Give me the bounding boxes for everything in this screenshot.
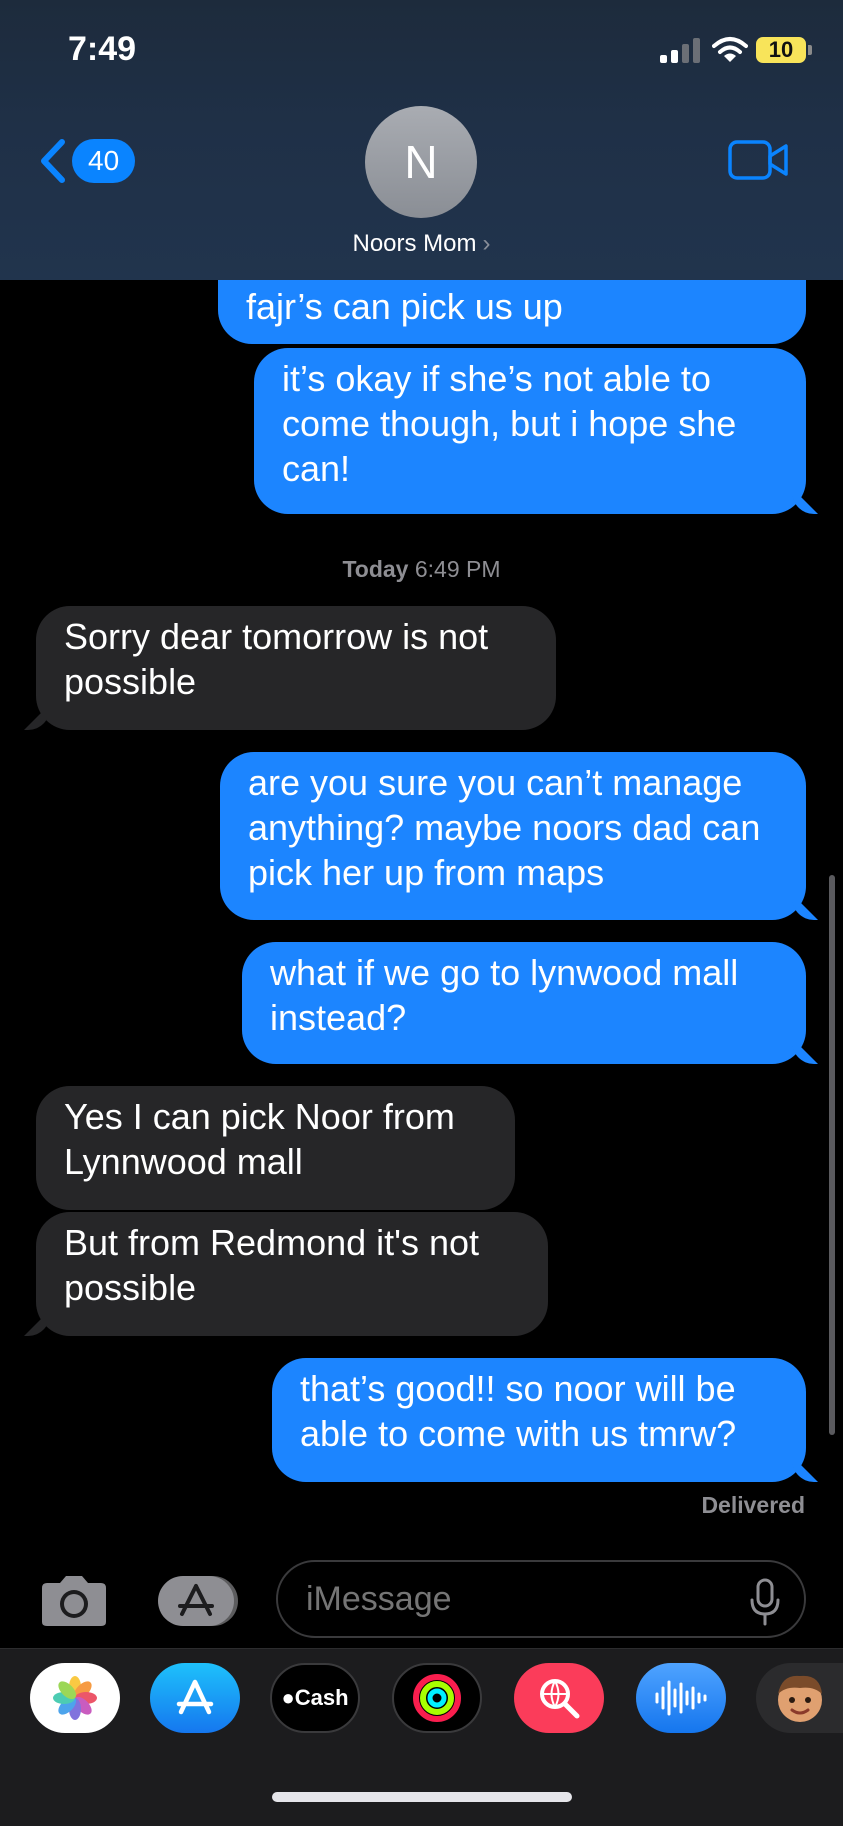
message-text: fajr’s can pick us up — [246, 286, 563, 327]
apple-cash-label: Cash — [294, 1685, 349, 1710]
message-bubble-outgoing[interactable]: fajr’s can pick us up — [218, 270, 806, 344]
message-text: Yes I can pick Noor from Lynnwood mall — [64, 1096, 455, 1182]
battery-cap — [808, 45, 812, 55]
timestamp-time: 6:49 PM — [414, 556, 501, 582]
message-bubble-outgoing[interactable]: it’s okay if she’s not able to come thou… — [254, 348, 806, 514]
activity-button[interactable] — [392, 1663, 482, 1733]
images-search-icon — [540, 1679, 580, 1719]
message-text: that’s good!! so noor will be able to co… — [300, 1368, 737, 1454]
message-text: Sorry dear tomorrow is not possible — [64, 616, 489, 702]
memoji-icon — [777, 1675, 822, 1722]
microphone-icon[interactable] — [748, 1578, 782, 1626]
message-bubble-incoming[interactable]: Sorry dear tomorrow is not possible — [36, 606, 556, 730]
contact-avatar[interactable]: N — [365, 106, 477, 218]
message-bubble-outgoing[interactable]: what if we go to lynwood mall instead? — [242, 942, 806, 1064]
message-bubble-incoming[interactable]: Yes I can pick Noor from Lynnwood mall — [36, 1086, 515, 1210]
wifi-icon — [712, 37, 748, 62]
message-bubble-outgoing[interactable]: are you sure you can’t manage anything? … — [220, 752, 806, 920]
chevron-right-icon: › — [482, 230, 491, 257]
activity-icon — [413, 1674, 461, 1722]
message-text: it’s okay if she’s not able to come thou… — [282, 358, 737, 489]
audio-message-icon — [655, 1680, 707, 1716]
unread-count-badge: 40 — [72, 139, 136, 183]
apple-cash-icon: ●Cash — [281, 1685, 349, 1710]
audio-message-button[interactable] — [636, 1663, 726, 1733]
memoji-button[interactable] — [756, 1663, 843, 1733]
app-store-button[interactable] — [150, 1663, 240, 1733]
contact-name-button[interactable]: Noors Mom › — [0, 230, 843, 258]
delivery-status: Delivered — [701, 1492, 805, 1518]
message-bubble-incoming[interactable]: But from Redmond it's not possible — [36, 1212, 548, 1336]
chevron-left-icon — [41, 139, 65, 183]
contact-name: Noors Mom — [352, 230, 477, 257]
status-time: 7:49 — [68, 30, 137, 68]
camera-icon[interactable] — [38, 1574, 110, 1628]
video-call-icon[interactable] — [728, 138, 790, 182]
message-text: what if we go to lynwood mall instead? — [270, 952, 739, 1038]
apple-cash-button[interactable]: ●Cash — [270, 1663, 360, 1733]
message-bubble-outgoing[interactable]: that’s good!! so noor will be able to co… — [272, 1358, 806, 1482]
cellular-signal-icon — [660, 38, 700, 63]
status-bar: 7:49 10 — [0, 0, 843, 100]
images-search-button[interactable] — [514, 1663, 604, 1733]
home-indicator[interactable] — [272, 1792, 572, 1802]
message-text: But from Redmond it's not possible — [64, 1222, 480, 1308]
photos-app-button[interactable] — [30, 1663, 120, 1733]
photos-icon — [53, 1676, 97, 1720]
back-button[interactable]: 40 — [36, 136, 136, 186]
conversation-timestamp: Today 6:49 PM — [0, 556, 843, 583]
message-text: are you sure you can’t manage anything? … — [248, 762, 761, 893]
battery-icon: 10 — [756, 37, 806, 63]
app-store-icon — [176, 1679, 214, 1715]
timestamp-day: Today — [342, 556, 409, 582]
imessage-input[interactable] — [276, 1560, 806, 1638]
avatar-initial: N — [404, 136, 438, 188]
app-store-apps-icon[interactable] — [156, 1574, 242, 1628]
scrollbar[interactable] — [829, 875, 835, 1435]
composer — [0, 1550, 843, 1650]
